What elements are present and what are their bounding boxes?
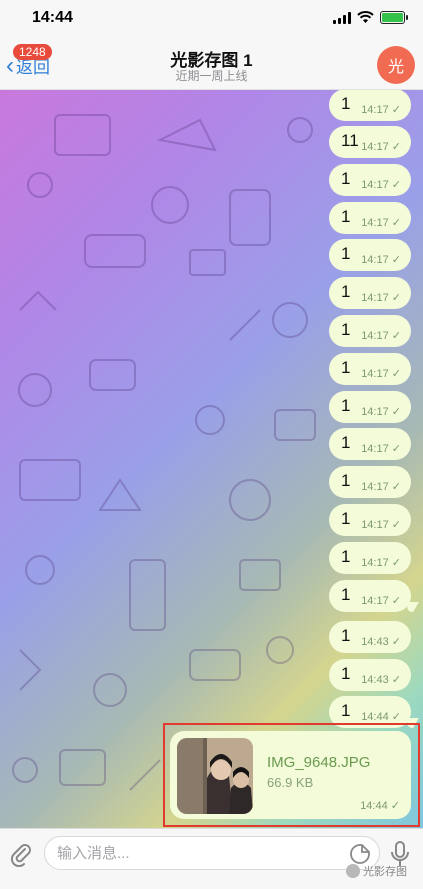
input-bar: 光影存图 bbox=[0, 828, 423, 889]
message-time: 14:17 ✓ bbox=[361, 141, 401, 153]
message-bubble[interactable]: 1 14:17 ✓ bbox=[329, 466, 411, 498]
signal-icon bbox=[333, 11, 351, 24]
message-text: 11 bbox=[341, 131, 359, 150]
chat-header: ‹ 返回 1248 光影存图 1 近期一周上线 光 bbox=[0, 40, 423, 90]
message-text: 1 bbox=[341, 433, 351, 452]
message-bubble[interactable]: 1 14:17 ✓ bbox=[329, 202, 411, 234]
message-bubble[interactable]: 1 14:17 ✓ bbox=[329, 164, 411, 196]
avatar[interactable]: 光 bbox=[377, 46, 415, 84]
message-time: 14:17 ✓ bbox=[361, 481, 401, 493]
message-text: 1 bbox=[341, 396, 351, 415]
chat-area[interactable]: 1 14:17 ✓ 11 14:17 ✓ 1 14:17 ✓ 1 14:17 ✓ 1 14… bbox=[0, 90, 423, 828]
message-text: 1 bbox=[341, 169, 351, 188]
message-text: 1 bbox=[341, 585, 351, 604]
message-time: 14:17 ✓ bbox=[361, 368, 401, 380]
message-text: 1 bbox=[341, 471, 351, 490]
message-bubble[interactable]: 1 14:17 ✓ bbox=[329, 580, 411, 612]
status-bar: 14:44 bbox=[0, 0, 423, 40]
battery-icon bbox=[380, 11, 408, 24]
message-time: 14:17 ✓ bbox=[361, 217, 401, 229]
message-text: 1 bbox=[341, 94, 351, 113]
message-time: 14:17 ✓ bbox=[361, 292, 401, 304]
message-text: 1 bbox=[341, 509, 351, 528]
message-bubble[interactable]: 1 14:43 ✓ bbox=[329, 659, 411, 691]
message-time: 14:17 ✓ bbox=[361, 330, 401, 342]
message-time: 14:17 ✓ bbox=[361, 595, 401, 607]
highlight-box bbox=[163, 723, 420, 827]
message-bubble[interactable]: 1 14:17 ✓ bbox=[329, 277, 411, 309]
message-text: 1 bbox=[341, 664, 351, 683]
message-text: 1 bbox=[341, 320, 351, 339]
message-bubble[interactable]: 1 14:17 ✓ bbox=[329, 239, 411, 271]
message-input-container bbox=[44, 836, 380, 870]
message-text: 1 bbox=[341, 244, 351, 263]
message-time: 14:17 ✓ bbox=[361, 104, 401, 116]
wifi-icon bbox=[357, 11, 374, 23]
message-text: 1 bbox=[341, 358, 351, 377]
message-text: 1 bbox=[341, 207, 351, 226]
message-bubble[interactable]: 1 14:17 ✓ bbox=[329, 504, 411, 536]
message-time: 14:44 ✓ bbox=[361, 711, 401, 723]
message-time: 14:17 ✓ bbox=[361, 254, 401, 266]
message-time: 14:17 ✓ bbox=[361, 443, 401, 455]
watermark-text: 光影存图 bbox=[363, 866, 407, 878]
status-icons bbox=[333, 11, 408, 24]
message-time: 14:17 ✓ bbox=[361, 519, 401, 531]
message-bubble[interactable]: 1 14:17 ✓ bbox=[329, 353, 411, 385]
message-time: 14:43 ✓ bbox=[361, 674, 401, 686]
message-bubble[interactable]: 1 14:43 ✓ bbox=[329, 621, 411, 653]
message-text: 1 bbox=[341, 626, 351, 645]
message-text: 1 bbox=[341, 701, 351, 720]
wechat-logo-icon bbox=[346, 864, 360, 878]
message-bubble[interactable]: 1 14:17 ✓ bbox=[329, 391, 411, 423]
status-time: 14:44 bbox=[32, 9, 73, 26]
message-bubble[interactable]: 1 14:17 ✓ bbox=[329, 542, 411, 574]
message-bubble[interactable]: 11 14:17 ✓ bbox=[329, 126, 411, 158]
attach-icon[interactable] bbox=[8, 841, 34, 867]
message-time: 14:17 ✓ bbox=[361, 557, 401, 569]
sticker-icon[interactable] bbox=[349, 843, 371, 865]
message-bubble[interactable]: 1 14:17 ✓ bbox=[329, 315, 411, 347]
chat-subtitle: 近期一周上线 bbox=[175, 69, 248, 83]
message-time: 14:17 ✓ bbox=[361, 179, 401, 191]
message-time: 14:43 ✓ bbox=[361, 636, 401, 648]
message-bubble[interactable]: 1 14:17 ✓ bbox=[329, 90, 411, 121]
message-time: 14:17 ✓ bbox=[361, 406, 401, 418]
watermark: 光影存图 bbox=[346, 863, 407, 879]
message-input[interactable] bbox=[57, 837, 337, 869]
message-text: 1 bbox=[341, 547, 351, 566]
message-bubble[interactable]: 1 14:17 ✓ bbox=[329, 428, 411, 460]
message-text: 1 bbox=[341, 282, 351, 301]
